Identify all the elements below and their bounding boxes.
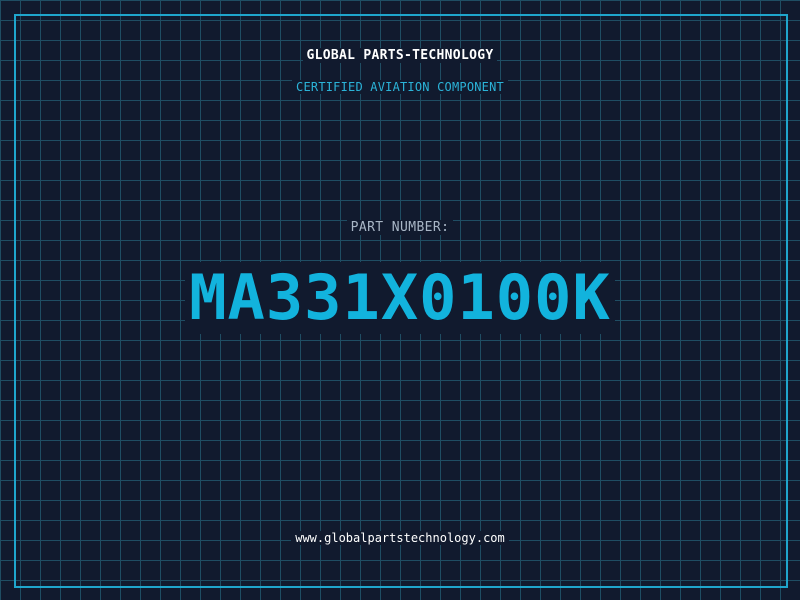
part-number-text: MA331X0100K xyxy=(185,262,615,334)
company-name-text: GLOBAL PARTS-TECHNOLOGY xyxy=(302,48,498,63)
company-name: GLOBAL PARTS-TECHNOLOGY xyxy=(0,48,800,63)
part-number-label: PART NUMBER: xyxy=(0,220,800,235)
part-number-label-text: PART NUMBER: xyxy=(346,220,454,235)
certification-tagline: CERTIFIED AVIATION COMPONENT xyxy=(0,80,800,94)
website-url-text: www.globalpartstechnology.com xyxy=(291,531,509,545)
tagline-text: CERTIFIED AVIATION COMPONENT xyxy=(292,80,508,94)
part-number-value: MA331X0100K xyxy=(0,262,800,334)
website-url: www.globalpartstechnology.com xyxy=(0,531,800,545)
